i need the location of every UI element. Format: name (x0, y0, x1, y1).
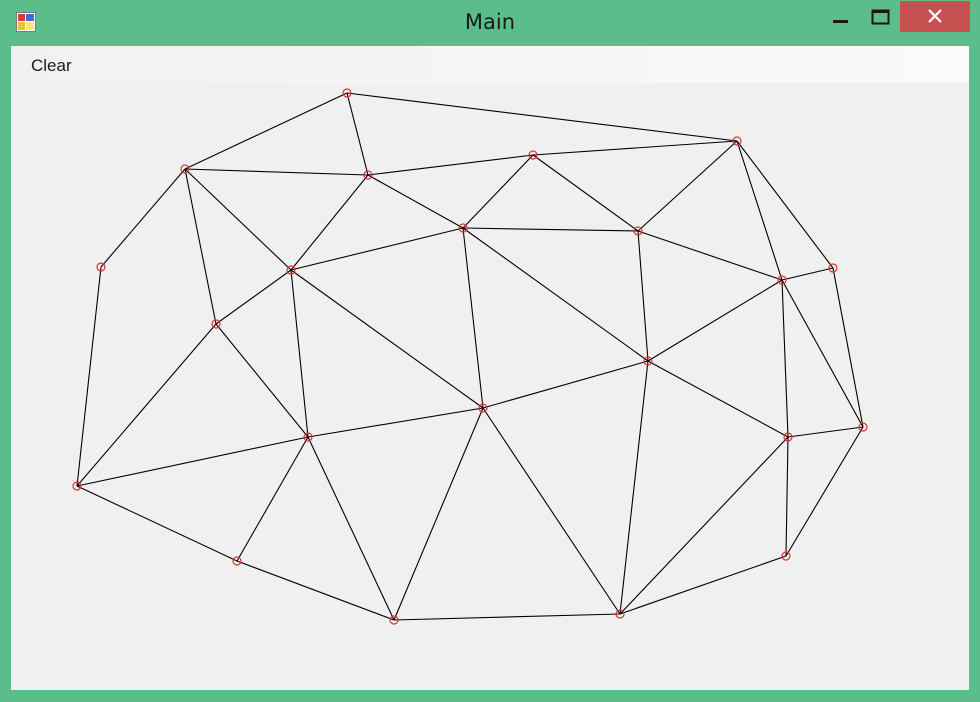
triangulation-edge (619, 555, 787, 615)
triangulation-edge (781, 267, 834, 281)
triangulation-edge (367, 174, 464, 229)
triangulation-edge (76, 266, 102, 487)
triangulation-edge (307, 407, 484, 438)
triangulation-edge (781, 279, 864, 428)
title-bar[interactable]: Main (0, 0, 980, 46)
triangulation-edge (393, 407, 484, 621)
triangulation-edge (637, 230, 783, 281)
triangulation-edge (532, 154, 639, 232)
app-window: Main Clear (0, 0, 980, 702)
triangulation-canvas[interactable] (11, 46, 969, 690)
triangulation-edge (367, 154, 534, 176)
triangulation-edge (781, 279, 789, 438)
triangulation-edge (184, 92, 348, 170)
triangulation-edge (637, 230, 649, 362)
triangulation-edge (637, 140, 738, 232)
triangulation-edge (393, 613, 621, 621)
maximize-button[interactable] (860, 1, 900, 32)
triangulation-edge (215, 323, 309, 438)
triangulation-edge (462, 154, 534, 229)
triangulation-edge (736, 140, 783, 281)
triangulation-edge (290, 174, 369, 271)
triangulation-edge (482, 360, 649, 409)
triangulation-edge (462, 227, 639, 232)
triangulation-edge (482, 407, 621, 615)
triangulation-edge (785, 426, 864, 557)
triangulation-edge (462, 227, 649, 362)
triangulation-edge (76, 323, 217, 487)
triangulation-edge (236, 436, 309, 562)
triangulation-edge (346, 92, 738, 142)
triangulation-edge (76, 436, 309, 487)
triangulation-edge (532, 140, 738, 156)
triangulation-edge (346, 92, 369, 176)
triangulation-edge (76, 485, 238, 562)
triangulation-edge (619, 360, 649, 615)
close-button[interactable] (900, 1, 970, 32)
triangulation-edge (215, 269, 292, 325)
triangulation-edge (787, 426, 864, 438)
triangulation-edge (832, 267, 864, 428)
triangulation-edge (290, 227, 464, 271)
triangulation-edge (184, 168, 292, 271)
drawing-area[interactable]: Clear (11, 46, 969, 690)
triangulation-edge (619, 436, 789, 615)
triangulation-edge (290, 269, 484, 409)
triangulation-edge (290, 269, 309, 438)
minimize-icon (833, 20, 848, 23)
triangulation-edge (647, 279, 783, 362)
triangulation-edge (647, 360, 789, 438)
triangulation-edge (184, 168, 369, 176)
triangulation-edge (736, 140, 834, 269)
close-icon (928, 9, 942, 23)
triangulation-edge (100, 168, 186, 268)
minimize-button[interactable] (820, 1, 860, 32)
maximize-icon (871, 9, 890, 25)
triangulation-edge (184, 168, 217, 325)
triangulation-edge (785, 436, 789, 557)
triangulation-edge (462, 227, 484, 409)
